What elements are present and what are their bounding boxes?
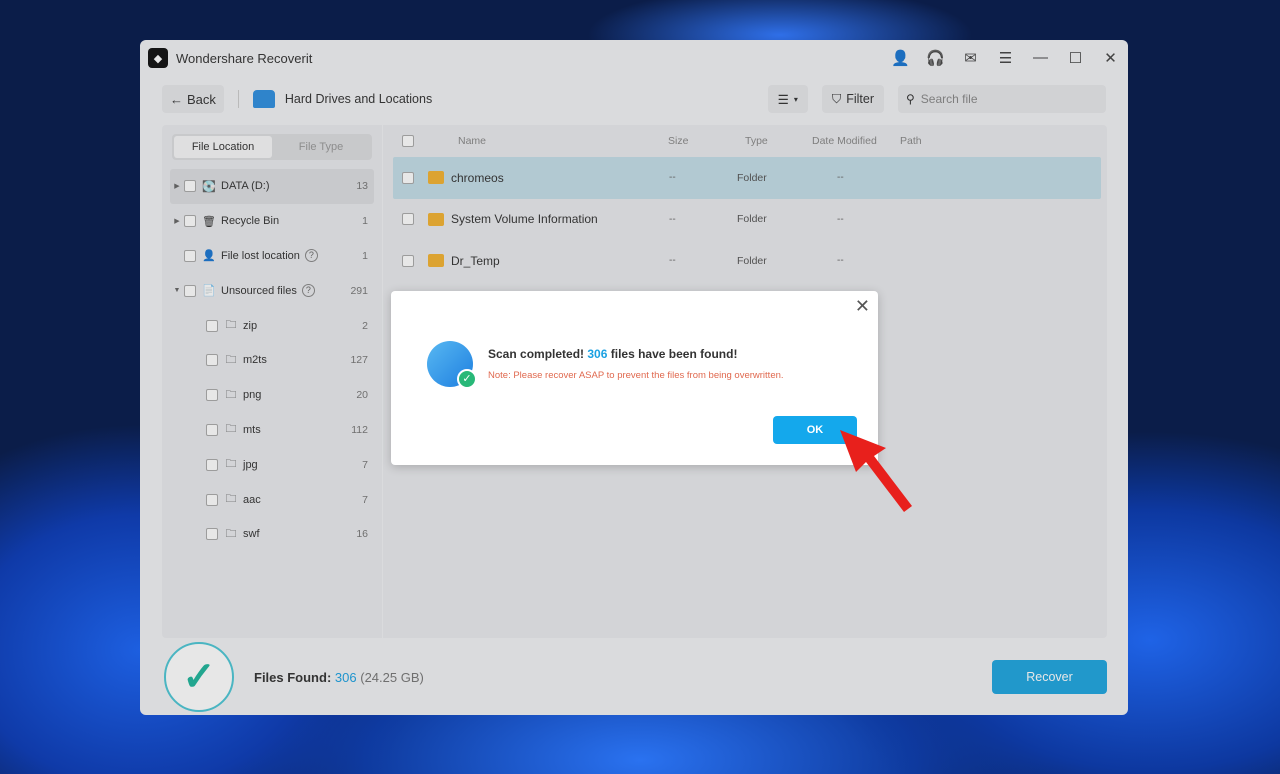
annotation-arrow — [840, 430, 912, 512]
dialog-title-prefix: Scan completed! — [488, 347, 585, 361]
dialog-note: Note: Please recover ASAP to prevent the… — [488, 370, 784, 381]
scan-radar-icon: ✓ — [427, 341, 477, 389]
dialog-title: Scan completed! 306 files have been foun… — [488, 347, 737, 361]
dialog-title-suffix: files have been found! — [610, 347, 738, 361]
check-badge-icon: ✓ — [457, 369, 477, 389]
dialog-file-count: 306 — [587, 347, 608, 361]
scan-complete-dialog: ✕ ✓ Scan completed! 306 files have been … — [391, 291, 878, 465]
dialog-close-icon[interactable]: ✕ — [855, 296, 870, 317]
